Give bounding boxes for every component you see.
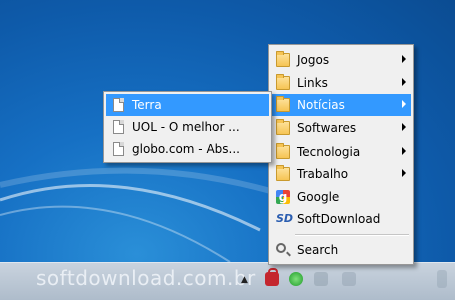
submenu-item-label: UOL - O melhor ... <box>132 120 240 134</box>
folder-icon <box>276 143 290 159</box>
submenu-item-globo[interactable]: globo.com - Abs... <box>106 138 269 160</box>
folder-icon <box>276 51 290 67</box>
submenu-arrow-icon <box>402 55 406 63</box>
submenu-arrow-icon <box>402 147 406 155</box>
menu-item-label: Links <box>297 76 328 90</box>
menu-item-label: Trabalho <box>297 167 349 181</box>
submenu-item-uol[interactable]: UOL - O melhor ... <box>106 116 269 138</box>
submenu-item-label: Terra <box>132 98 162 112</box>
search-icon <box>276 243 286 253</box>
menu-item-trabalho[interactable]: Trabalho <box>271 163 411 185</box>
show-desktop-button[interactable] <box>437 270 447 288</box>
menu-item-links[interactable]: Links <box>271 72 411 94</box>
menu-separator <box>295 234 409 236</box>
submenu-arrow-icon <box>402 169 406 177</box>
menu-item-label: Softwares <box>297 121 357 135</box>
page-icon <box>113 142 124 156</box>
menu-item-noticias[interactable]: Notícias <box>271 94 411 116</box>
menu-item-label: Notícias <box>297 98 345 112</box>
network-tray-icon[interactable] <box>314 272 328 286</box>
shopping-bag-tray-icon[interactable] <box>265 268 279 286</box>
tray-expand-icon[interactable]: ▲ <box>241 275 248 285</box>
softdownload-icon: SD <box>276 212 294 225</box>
menu-item-label: Jogos <box>297 53 330 67</box>
page-icon <box>113 120 124 134</box>
menu-item-label: Google <box>297 190 340 204</box>
submenu-arrow-icon <box>402 123 406 131</box>
submenu-arrow-icon <box>402 100 406 108</box>
menu-item-softwares[interactable]: Softwares <box>271 117 411 139</box>
menu-item-tecnologia[interactable]: Tecnologia <box>271 141 411 163</box>
folder-icon <box>276 96 290 112</box>
bookmarks-menu: Jogos Links Notícias Softwares Tecnologi… <box>268 44 414 265</box>
menu-item-search[interactable]: Search <box>271 239 411 261</box>
google-icon: g <box>276 190 290 204</box>
volume-tray-icon[interactable] <box>342 272 356 286</box>
folder-icon <box>276 165 290 181</box>
watermark-text: softdownload.com.br <box>36 266 256 290</box>
folder-icon <box>276 119 290 135</box>
folder-icon <box>276 74 290 90</box>
menu-item-softdownload[interactable]: SD SoftDownload <box>271 208 411 230</box>
menu-item-label: Search <box>297 243 339 257</box>
page-icon <box>113 98 124 112</box>
menu-item-google[interactable]: g Google <box>271 186 411 208</box>
menu-item-label: SoftDownload <box>297 212 381 226</box>
submenu-arrow-icon <box>402 78 406 86</box>
status-tray-icon[interactable] <box>289 272 303 286</box>
menu-item-jogos[interactable]: Jogos <box>271 49 411 71</box>
submenu-item-terra[interactable]: Terra <box>106 94 269 116</box>
menu-item-label: Tecnologia <box>297 145 361 159</box>
noticias-submenu: Terra UOL - O melhor ... globo.com - Abs… <box>103 91 272 163</box>
submenu-item-label: globo.com - Abs... <box>132 142 240 156</box>
